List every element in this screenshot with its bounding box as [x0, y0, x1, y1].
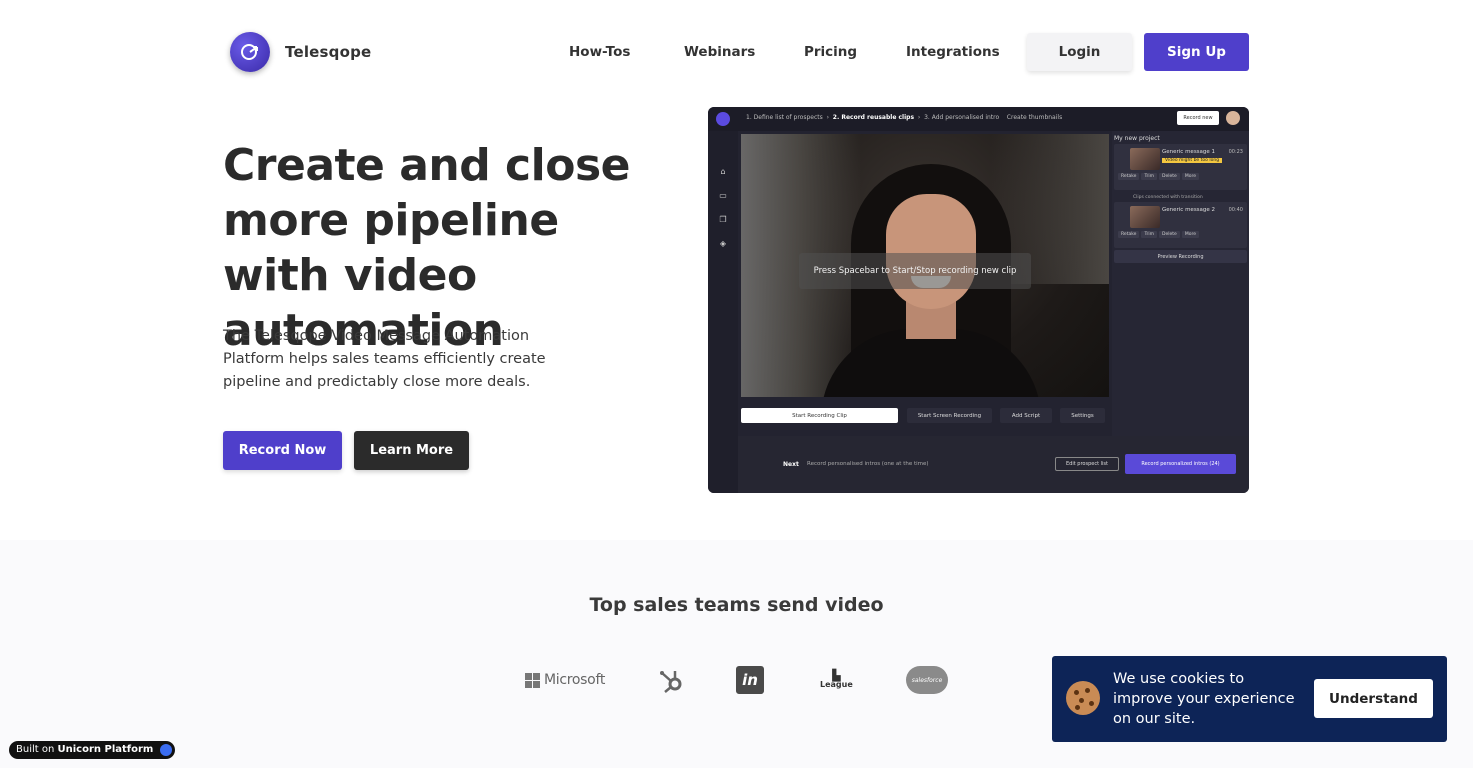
nav-link-pricing[interactable]: Pricing — [804, 44, 857, 60]
edit-prospect-list-button: Edit prospect list — [1055, 457, 1119, 471]
clip-warning-badge: Video might be too long — [1162, 158, 1223, 163]
understand-button[interactable]: Understand — [1314, 679, 1433, 718]
clip-actions: Retake Trim Delete More — [1118, 173, 1201, 180]
league-symbol-icon: ▙ — [832, 669, 841, 682]
invision-mark: in — [736, 666, 764, 694]
crumb-4: Create thumbnails — [1006, 114, 1063, 121]
start-recording-clip-control: Start Recording Clip — [741, 408, 898, 423]
settings-control: Settings — [1060, 408, 1105, 423]
person-face — [886, 194, 976, 309]
clip-item: Generic message 2 00:40 Retake Trim Delete… — [1114, 202, 1247, 248]
login-button[interactable]: Login — [1027, 33, 1132, 71]
delete-action: Delete — [1159, 173, 1180, 180]
microsoft-grid-icon — [525, 672, 540, 688]
salesforce-logo: salesforce — [906, 664, 948, 696]
trim-action: Trim — [1141, 173, 1158, 180]
layers-icon: ◈ — [719, 239, 727, 248]
clip-duration: 00:40 — [1228, 207, 1243, 213]
clip-thumbnail — [1130, 148, 1160, 170]
hubspot-logo — [656, 664, 686, 696]
recording-hint: Press Spacebar to Start/Stop recording n… — [799, 253, 1031, 289]
video-icon: ▭ — [719, 191, 727, 200]
project-panel-title: My new project — [1114, 135, 1160, 142]
clips-connected-note: Clips connected with transition — [1133, 195, 1203, 200]
record-intros-button: Record personalized intros (24) — [1125, 454, 1236, 474]
clip-item: Generic message 1 00:23 Video might be t… — [1114, 144, 1247, 190]
add-script-control: Add Script — [1000, 408, 1052, 423]
nav-link-webinars[interactable]: Webinars — [684, 44, 755, 60]
clip-thumbnail — [1130, 206, 1160, 228]
badge-platform-name: Unicorn Platform — [57, 744, 154, 755]
nav-link-how-tos[interactable]: How-Tos — [569, 44, 630, 60]
home-icon: ⌂ — [720, 167, 726, 176]
copy-icon: ❐ — [719, 215, 727, 224]
cookie-message: We use cookies to improve your experienc… — [1113, 671, 1295, 727]
badge-prefix: Built on — [16, 744, 55, 755]
next-step-text: Record personalised intros (one at the t… — [807, 461, 929, 467]
record-now-button[interactable]: Record Now — [223, 431, 342, 470]
cookie-banner: We use cookies to improve your experienc… — [1052, 656, 1447, 742]
league-wordmark: League — [820, 680, 853, 689]
crumb-3: 3. Add personalised intro — [924, 114, 1000, 121]
telesqope-logo-icon[interactable] — [230, 32, 270, 72]
mockup-avatar — [1226, 111, 1240, 125]
salesforce-cloud-icon: salesforce — [906, 666, 948, 694]
nav-link-integrations[interactable]: Integrations — [906, 44, 1000, 60]
signup-button[interactable]: Sign Up — [1144, 33, 1249, 71]
league-logo: ▙ League — [820, 664, 853, 696]
clip-name: Generic message 2 — [1162, 207, 1216, 213]
logos-title: Top sales teams send video — [589, 594, 884, 616]
delete-action: Delete — [1159, 231, 1180, 238]
trim-action: Trim — [1141, 231, 1158, 238]
clip-actions: Retake Trim Delete More — [1118, 231, 1201, 238]
mockup-sidebar: ⌂ ▭ ❐ ◈ — [708, 131, 738, 493]
microsoft-logo: Microsoft — [525, 664, 605, 696]
preview-recording-button: Preview Recording — [1114, 250, 1247, 263]
microsoft-wordmark: Microsoft — [544, 672, 606, 688]
brand-name[interactable]: Telesqope — [285, 43, 371, 61]
top-nav: Telesqope How-Tos Webinars Pricing Integ… — [0, 0, 1473, 104]
hero-subtitle: The Telesqope Video Message Automation P… — [223, 328, 546, 390]
more-action: More — [1181, 231, 1199, 238]
start-screen-recording-control: Start Screen Recording — [907, 408, 992, 423]
retake-action: Retake — [1118, 231, 1140, 238]
learn-more-button[interactable]: Learn More — [354, 431, 469, 470]
retake-action: Retake — [1118, 173, 1140, 180]
built-on-badge[interactable]: Built on Unicorn Platform — [9, 741, 176, 759]
league-mark: ▙ League — [820, 669, 853, 689]
unicorn-platform-icon — [160, 744, 173, 756]
logo-glyph — [241, 44, 258, 60]
mockup-logo-icon — [716, 112, 730, 126]
next-label: Next — [783, 461, 799, 468]
crumb-1: 1. Define list of prospects — [746, 114, 823, 121]
clip-name: Generic message 1 — [1162, 149, 1216, 155]
mockup-record-new-button: Record new — [1177, 111, 1219, 125]
more-action: More — [1181, 173, 1199, 180]
video-preview: Press Spacebar to Start/Stop recording n… — [741, 134, 1109, 397]
invision-logo: in — [736, 664, 764, 696]
crumb-2: 2. Record reusable clips — [832, 114, 915, 121]
cookie-icon — [1066, 681, 1100, 715]
app-screenshot: 1. Define list of prospects › 2. Record … — [708, 107, 1249, 493]
hubspot-sprocket-icon — [660, 671, 682, 693]
clip-duration: 00:23 — [1228, 149, 1243, 155]
mockup-breadcrumb: 1. Define list of prospects › 2. Record … — [746, 114, 1063, 121]
